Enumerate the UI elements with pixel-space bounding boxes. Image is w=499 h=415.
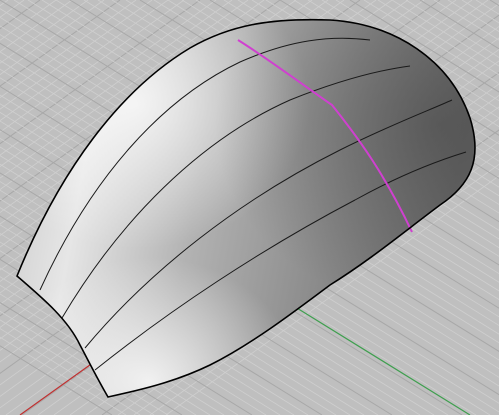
rhino-perspective-viewport[interactable] [0, 0, 499, 415]
viewport-canvas[interactable] [0, 0, 499, 415]
